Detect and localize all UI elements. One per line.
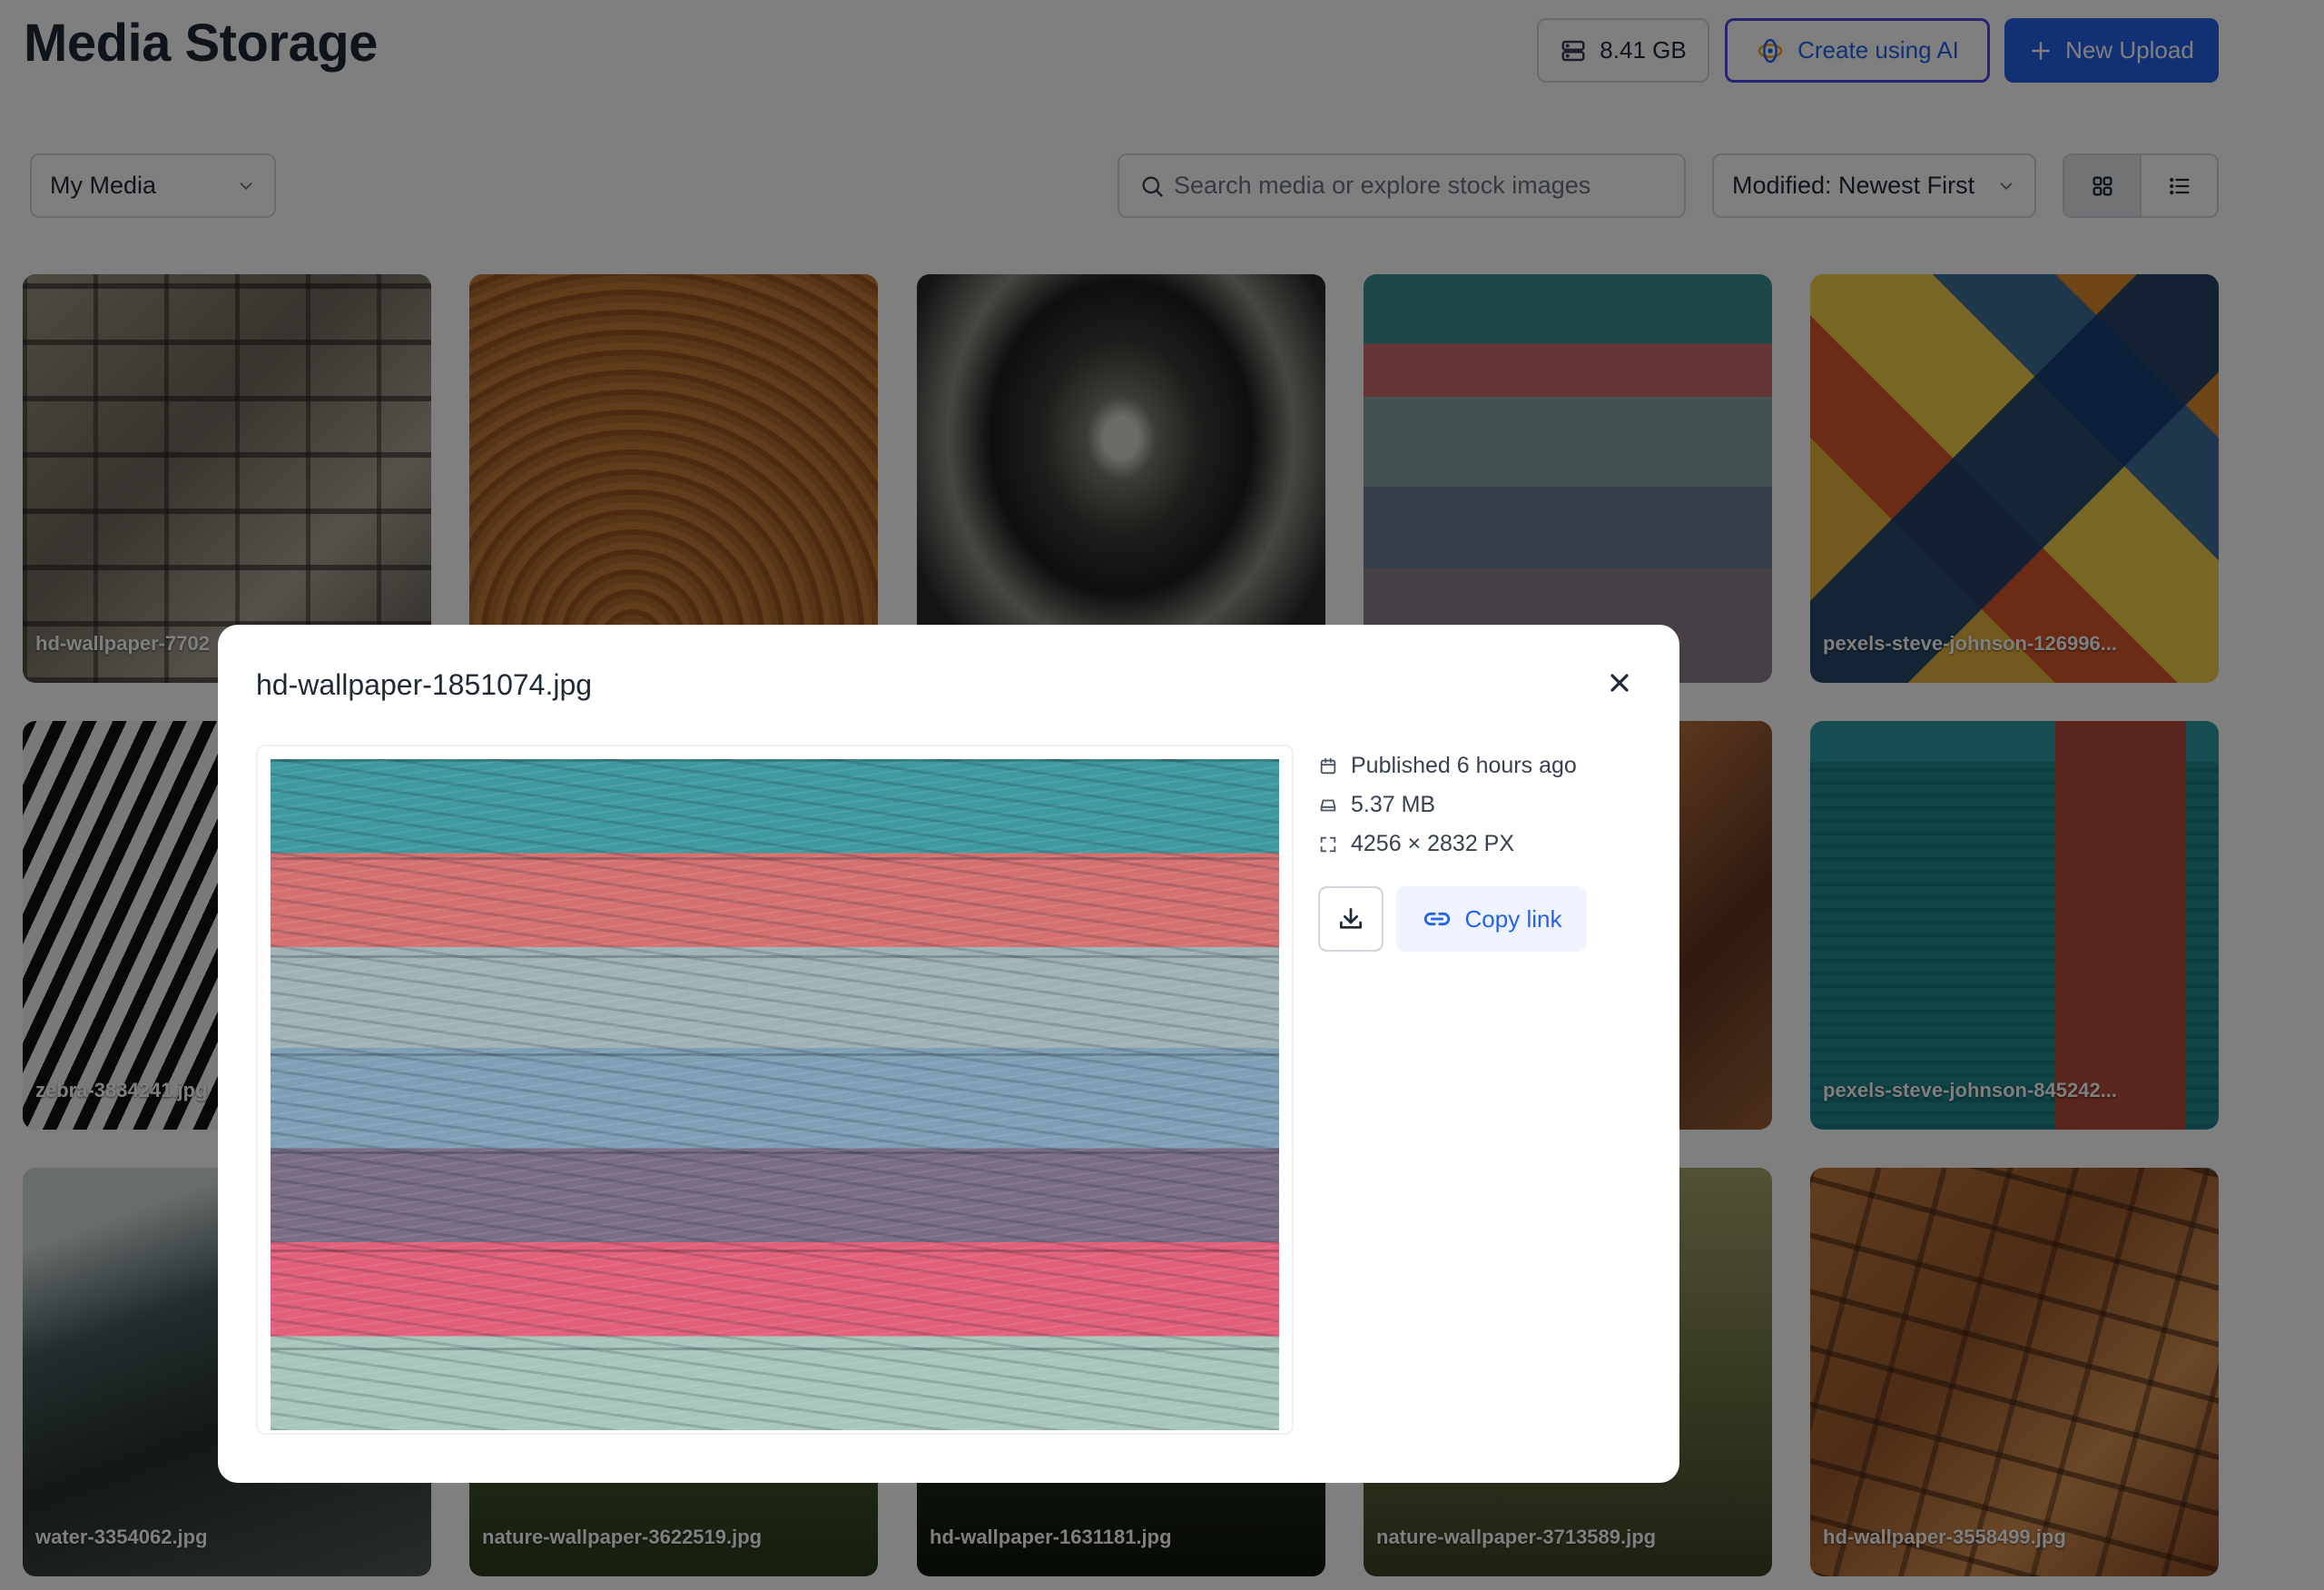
- link-icon: [1423, 912, 1450, 926]
- modal-title: hd-wallpaper-1851074.jpg: [256, 668, 593, 701]
- media-storage-page: Media Storage 8.41 GB Create using AI Ne…: [0, 0, 2324, 1590]
- media-details-modal: hd-wallpaper-1851074.jpg Published 6 hou…: [218, 625, 1679, 1483]
- download-icon: [1340, 908, 1362, 929]
- download-button[interactable]: [1318, 886, 1384, 952]
- media-metadata: Published 6 hours ago 5.37 MB 4256 × 283…: [1318, 746, 1577, 864]
- published-row: Published 6 hours ago: [1318, 746, 1577, 785]
- dimensions-row: 4256 × 2832 PX: [1318, 825, 1577, 864]
- modal-actions: Copy link: [1318, 886, 1587, 952]
- close-button[interactable]: [1598, 661, 1641, 705]
- copy-link-label: Copy link: [1464, 904, 1562, 933]
- calendar-icon: [1320, 757, 1336, 774]
- expand-icon: [1320, 836, 1336, 852]
- file-size-text: 5.37 MB: [1351, 792, 1436, 817]
- copy-link-button[interactable]: Copy link: [1396, 886, 1587, 952]
- image-preview-frame: [256, 745, 1294, 1435]
- close-icon: [1610, 674, 1629, 692]
- published-text: Published 6 hours ago: [1351, 753, 1577, 778]
- image-preview: [271, 759, 1279, 1430]
- disk-icon: [1320, 799, 1336, 811]
- file-size-row: 5.37 MB: [1318, 785, 1577, 825]
- dimensions-text: 4256 × 2832 PX: [1351, 831, 1515, 856]
